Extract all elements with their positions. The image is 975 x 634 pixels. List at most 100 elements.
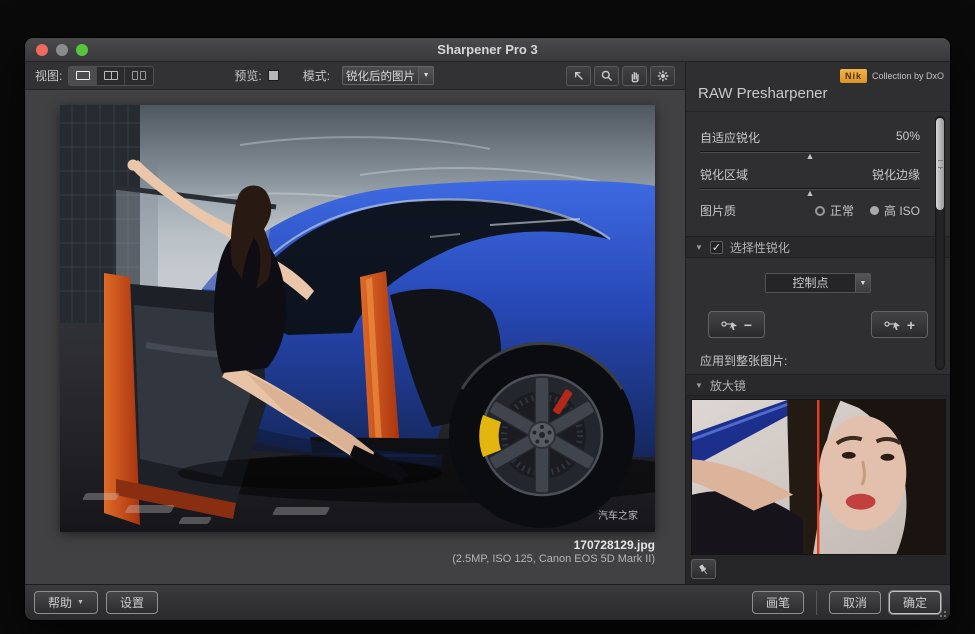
cancel-button-label: 取消 <box>843 594 867 611</box>
side-by-side-view-icon <box>132 71 146 80</box>
adaptive-sharpening-slider[interactable]: ▲ <box>700 151 920 153</box>
radio-icon <box>870 206 879 215</box>
add-control-point-button[interactable]: + <box>871 311 928 338</box>
minus-sign: − <box>744 318 752 332</box>
car-wheel <box>449 342 635 528</box>
view-label: 视图: <box>35 67 62 84</box>
mode-dropdown[interactable]: 锐化后的图片 ▼ <box>342 66 434 85</box>
control-points-dropdown[interactable]: 控制点 ▼ <box>765 273 871 293</box>
settings-button-label: 设置 <box>120 594 144 611</box>
image-canvas: 汽车之家 170728129.jpg (2.5MP, ISO 125, Cano… <box>25 90 685 584</box>
control-points-dropdown-value: 控制点 <box>766 274 855 292</box>
single-view-icon <box>76 71 90 80</box>
panel-scrollbar[interactable] <box>935 116 945 370</box>
app-window: Sharpener Pro 3 视图: 预览: <box>25 38 950 620</box>
loupe-pin-button[interactable] <box>691 559 716 579</box>
split-view-icon <box>104 71 118 80</box>
hand-icon <box>628 69 642 83</box>
panel-title: RAW Presharpener <box>686 83 950 111</box>
cancel-button[interactable]: 取消 <box>829 591 881 614</box>
loupe-body <box>686 396 950 584</box>
tool-buttons <box>566 66 675 86</box>
arrow-cursor-icon <box>572 69 586 83</box>
sharpen-areas-slider[interactable]: ▲ <box>700 188 920 190</box>
pin-icon <box>697 563 710 576</box>
mode-dropdown-value: 锐化后的图片 <box>343 68 418 84</box>
view-mode-group <box>68 66 154 86</box>
brand-text: Collection by DxO <box>872 71 944 81</box>
title-bar: Sharpener Pro 3 <box>25 38 950 62</box>
ok-button[interactable]: 确定 <box>889 591 941 614</box>
brand-row: Nik Collection by DxO <box>686 62 950 83</box>
slider-thumb-icon[interactable]: ▲ <box>806 151 815 161</box>
toolbar: 视图: 预览: 模式: 锐化后 <box>25 62 685 90</box>
image-metadata: (2.5MP, ISO 125, Canon EOS 5D Mark II) <box>452 553 655 567</box>
resize-grip[interactable] <box>935 606 947 618</box>
chevron-down-icon: ▼ <box>418 67 433 84</box>
control-point-icon <box>656 69 670 83</box>
sharpen-edges-label: 锐化边缘 <box>872 166 920 183</box>
slider-thumb-icon[interactable]: ▲ <box>806 188 815 198</box>
control-point-buttons: − + <box>686 311 950 338</box>
window-controls <box>36 44 88 56</box>
adjustments-area: 自适应锐化 50% ▲ 锐化区域 锐化边缘 ▲ 图片质 <box>686 111 950 374</box>
chevron-down-icon: ▼ <box>855 274 870 292</box>
minimize-window-button[interactable] <box>56 44 68 56</box>
panel-scrollbar-thumb[interactable] <box>936 118 944 210</box>
photo-preview[interactable]: 汽车之家 <box>60 105 655 532</box>
view-single-button[interactable] <box>69 67 97 85</box>
bottom-bar: 帮助 ▼ 设置 画笔 取消 确定 <box>25 584 950 620</box>
select-tool-button[interactable] <box>566 66 591 86</box>
nik-logo: Nik <box>840 69 867 83</box>
loupe-header[interactable]: ▼ 放大镜 <box>686 374 950 396</box>
settings-panel: Nik Collection by DxO RAW Presharpener 自… <box>685 62 950 584</box>
control-point-tool-button[interactable] <box>650 66 675 86</box>
view-sidebyside-button[interactable] <box>125 67 153 85</box>
brush-button[interactable]: 画笔 <box>752 591 804 614</box>
quality-normal-label: 正常 <box>830 202 854 219</box>
adaptive-sharpening-value: 50% <box>896 129 920 146</box>
preview-label: 预览: <box>234 67 261 84</box>
window-title: Sharpener Pro 3 <box>437 42 537 57</box>
remove-control-point-button[interactable]: − <box>708 311 765 338</box>
disclosure-triangle-icon[interactable]: ▼ <box>695 381 703 390</box>
image-caption: 170728129.jpg (2.5MP, ISO 125, Canon EOS… <box>452 538 655 567</box>
loupe-section: ▼ 放大镜 <box>686 374 950 584</box>
control-point-cursor-icon <box>884 319 902 331</box>
adaptive-sharpening-label: 自适应锐化 <box>700 129 760 146</box>
quality-normal-radio[interactable]: 正常 <box>815 202 854 219</box>
magnifier-icon <box>600 69 614 83</box>
help-button[interactable]: 帮助 ▼ <box>34 591 98 614</box>
control-point-cursor-icon <box>721 319 739 331</box>
selective-sharpening-label: 选择性锐化 <box>730 239 790 256</box>
loupe-label: 放大镜 <box>710 377 746 394</box>
help-button-label: 帮助 <box>48 594 72 611</box>
close-window-button[interactable] <box>36 44 48 56</box>
chevron-down-icon: ▼ <box>77 599 84 606</box>
image-filename: 170728129.jpg <box>452 538 655 553</box>
ok-button-label: 确定 <box>903 594 927 611</box>
apply-to-entire-image-label: 应用到整张图片: <box>700 352 936 369</box>
sharpen-areas-label: 锐化区域 <box>700 166 748 183</box>
mode-label: 模式: <box>303 67 330 84</box>
sharpen-areas-row: 锐化区域 锐化边缘 <box>700 166 920 183</box>
adaptive-sharpening-row: 自适应锐化 50% <box>700 129 920 146</box>
quality-high-iso-radio[interactable]: 高 ISO <box>870 202 920 219</box>
radio-icon <box>815 206 825 216</box>
settings-button[interactable]: 设置 <box>106 591 158 614</box>
brush-button-label: 画笔 <box>766 594 790 611</box>
button-divider <box>816 591 817 615</box>
preview-checkbox[interactable] <box>268 70 279 81</box>
plus-sign: + <box>907 318 915 332</box>
image-quality-row: 图片质 正常 高 ISO <box>700 202 920 219</box>
selective-sharpening-header[interactable]: ▼ ✓ 选择性锐化 <box>686 236 950 258</box>
hand-tool-button[interactable] <box>622 66 647 86</box>
loupe-preview[interactable] <box>691 399 946 555</box>
zoom-tool-button[interactable] <box>594 66 619 86</box>
disclosure-triangle-icon[interactable]: ▼ <box>695 243 703 252</box>
view-split-button[interactable] <box>97 67 125 85</box>
preview-pane: 视图: 预览: 模式: 锐化后 <box>25 62 685 584</box>
photo-watermark: 汽车之家 <box>598 509 638 522</box>
zoom-window-button[interactable] <box>76 44 88 56</box>
selective-sharpening-checkbox[interactable]: ✓ <box>710 241 723 254</box>
